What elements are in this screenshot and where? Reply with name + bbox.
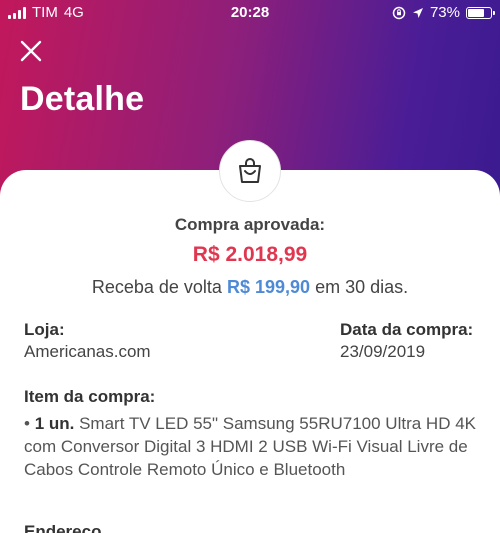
store-info: Loja: Americanas.com	[24, 320, 151, 362]
item-section-title: Item da compra:	[24, 387, 156, 406]
date-info: Data da compra: 23/09/2019	[340, 320, 473, 362]
shopping-bag-badge	[219, 140, 281, 202]
location-arrow-icon	[412, 7, 423, 18]
purchase-summary: Compra aprovada: R$ 2.018,99 Receba de v…	[0, 215, 500, 298]
close-icon[interactable]	[20, 40, 42, 62]
cashback-suffix: em 30 dias.	[315, 277, 409, 297]
next-section-title-partial: Endereço	[24, 522, 102, 533]
cashback-value: R$ 199,90	[226, 277, 311, 297]
status-bar-right: 73%	[392, 4, 495, 21]
purchase-amount: R$ 2.018,99	[192, 243, 308, 266]
date-label: Data da compra:	[340, 320, 474, 339]
cashback-line: Receba de volta R$ 199,90 em 30 dias.	[0, 277, 500, 298]
page-title: Detalhe	[20, 80, 145, 118]
item-name: Smart TV LED 55" Samsung 55RU7100 Ultra …	[24, 414, 476, 479]
store-value: Americanas.com	[24, 342, 151, 361]
cashback-prefix: Receba de volta	[91, 277, 222, 297]
item-bullet: •	[24, 414, 30, 433]
purchase-status-label: Compra aprovada:	[174, 215, 326, 234]
item-quantity: 1 un.	[34, 414, 75, 433]
item-description: • 1 un. Smart TV LED 55" Samsung 55RU710…	[24, 412, 494, 481]
battery-fill	[468, 8, 485, 17]
shopping-bag-icon	[239, 158, 261, 183]
status-bar: TIM 4G 20:28 73%	[0, 0, 500, 26]
battery-percentage: 73%	[429, 4, 460, 21]
rotation-lock-icon	[392, 6, 406, 19]
store-label: Loja:	[24, 320, 65, 339]
battery-icon	[466, 6, 495, 19]
date-value: 23/09/2019	[340, 342, 426, 361]
